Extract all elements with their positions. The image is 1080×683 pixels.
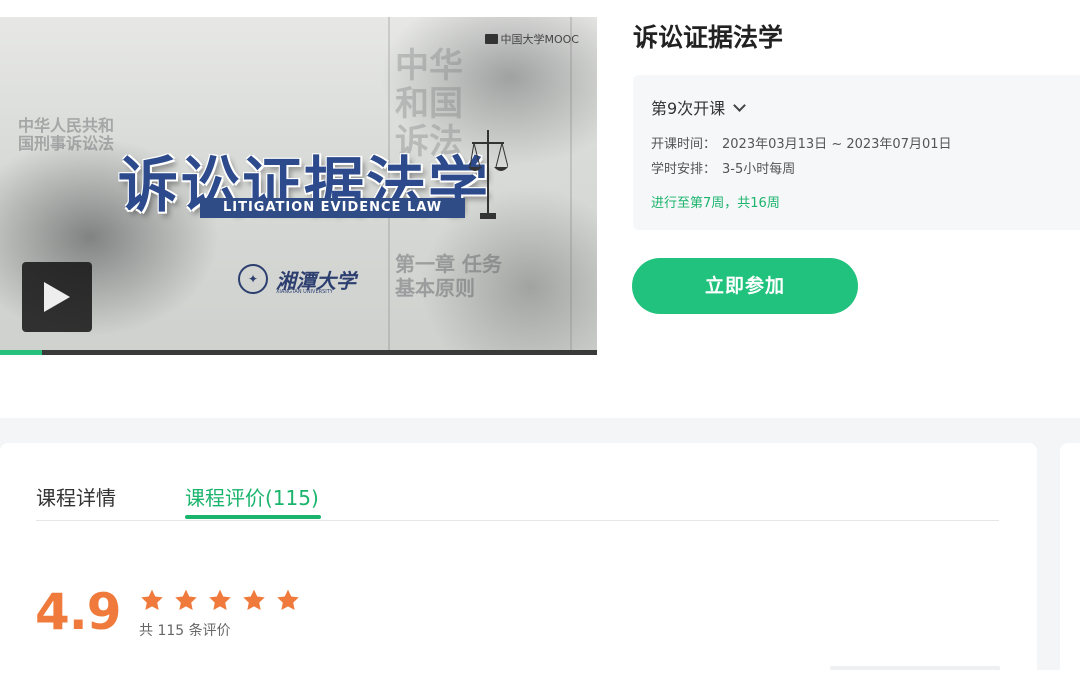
university-logo: ✦ 湘潭大学 XIANGTAN UNIVERSITY (238, 264, 356, 295)
join-course-button[interactable]: 立即参加 (632, 258, 858, 314)
video-progress-bar[interactable] (0, 350, 597, 355)
university-english-name: XIANGTAN UNIVERSITY (276, 289, 333, 295)
course-date-line: 开课时间： 2023年03月13日 ~ 2023年07月01日 (651, 133, 952, 152)
university-seal-icon: ✦ (238, 264, 268, 294)
star-icon (243, 589, 265, 610)
star-icon (277, 589, 299, 610)
chevron-down-icon (733, 98, 747, 112)
course-video-player[interactable]: 中华 和国 诉法 中华人民共和 国刑事诉讼法 第一章 任务 基本原则 中国大学MOOC … (0, 17, 597, 355)
video-cover-english-title: LITIGATION EVIDENCE LAW (200, 198, 465, 218)
review-filter-fragment (830, 666, 1000, 670)
term-label: 第9次开课 (651, 99, 726, 118)
side-panel-card (1060, 443, 1080, 683)
course-content-card (0, 443, 1037, 683)
course-progress-text: 进行至第7周，共16周 (651, 196, 780, 211)
star-icon (141, 589, 163, 610)
book-icon (484, 34, 498, 44)
tab-course-reviews[interactable]: 课程评价(115) (185, 482, 319, 511)
date-value: 2023年03月13日 ~ 2023年07月01日 (722, 137, 952, 152)
star-icon (175, 589, 197, 610)
hours-label: 学时安排： (651, 162, 717, 177)
term-info-panel: 第9次开课 开课时间： 2023年03月13日 ~ 2023年07月01日 学时安… (633, 75, 1080, 230)
brand-text: 中国大学MOOC (500, 33, 580, 46)
rating-score: 4.9 (35, 583, 122, 641)
active-tab-indicator (185, 515, 321, 519)
rating-stars (139, 588, 301, 613)
background-text-decoration: 中华人民共和 国刑事诉讼法 (18, 116, 115, 153)
play-icon (44, 282, 70, 312)
justice-scale-icon (468, 130, 508, 219)
video-progress-fill (0, 350, 42, 355)
review-count: 共 115 条评价 (139, 623, 231, 639)
star-icon (209, 589, 231, 610)
mooc-brand-logo: 中国大学MOOC (484, 31, 580, 47)
tab-divider (36, 520, 999, 521)
background-text-decoration: 第一章 任务 基本原则 (395, 252, 502, 300)
course-hours-line: 学时安排： 3-5小时每周 (651, 158, 795, 177)
term-selector[interactable]: 第9次开课 (651, 95, 747, 119)
date-label: 开课时间： (651, 137, 717, 152)
tab-course-details[interactable]: 课程详情 (36, 482, 116, 511)
background-line (570, 17, 572, 355)
course-title: 诉讼证据法学 (633, 23, 784, 52)
hours-value: 3-5小时每周 (722, 162, 796, 177)
play-button[interactable] (22, 262, 92, 332)
